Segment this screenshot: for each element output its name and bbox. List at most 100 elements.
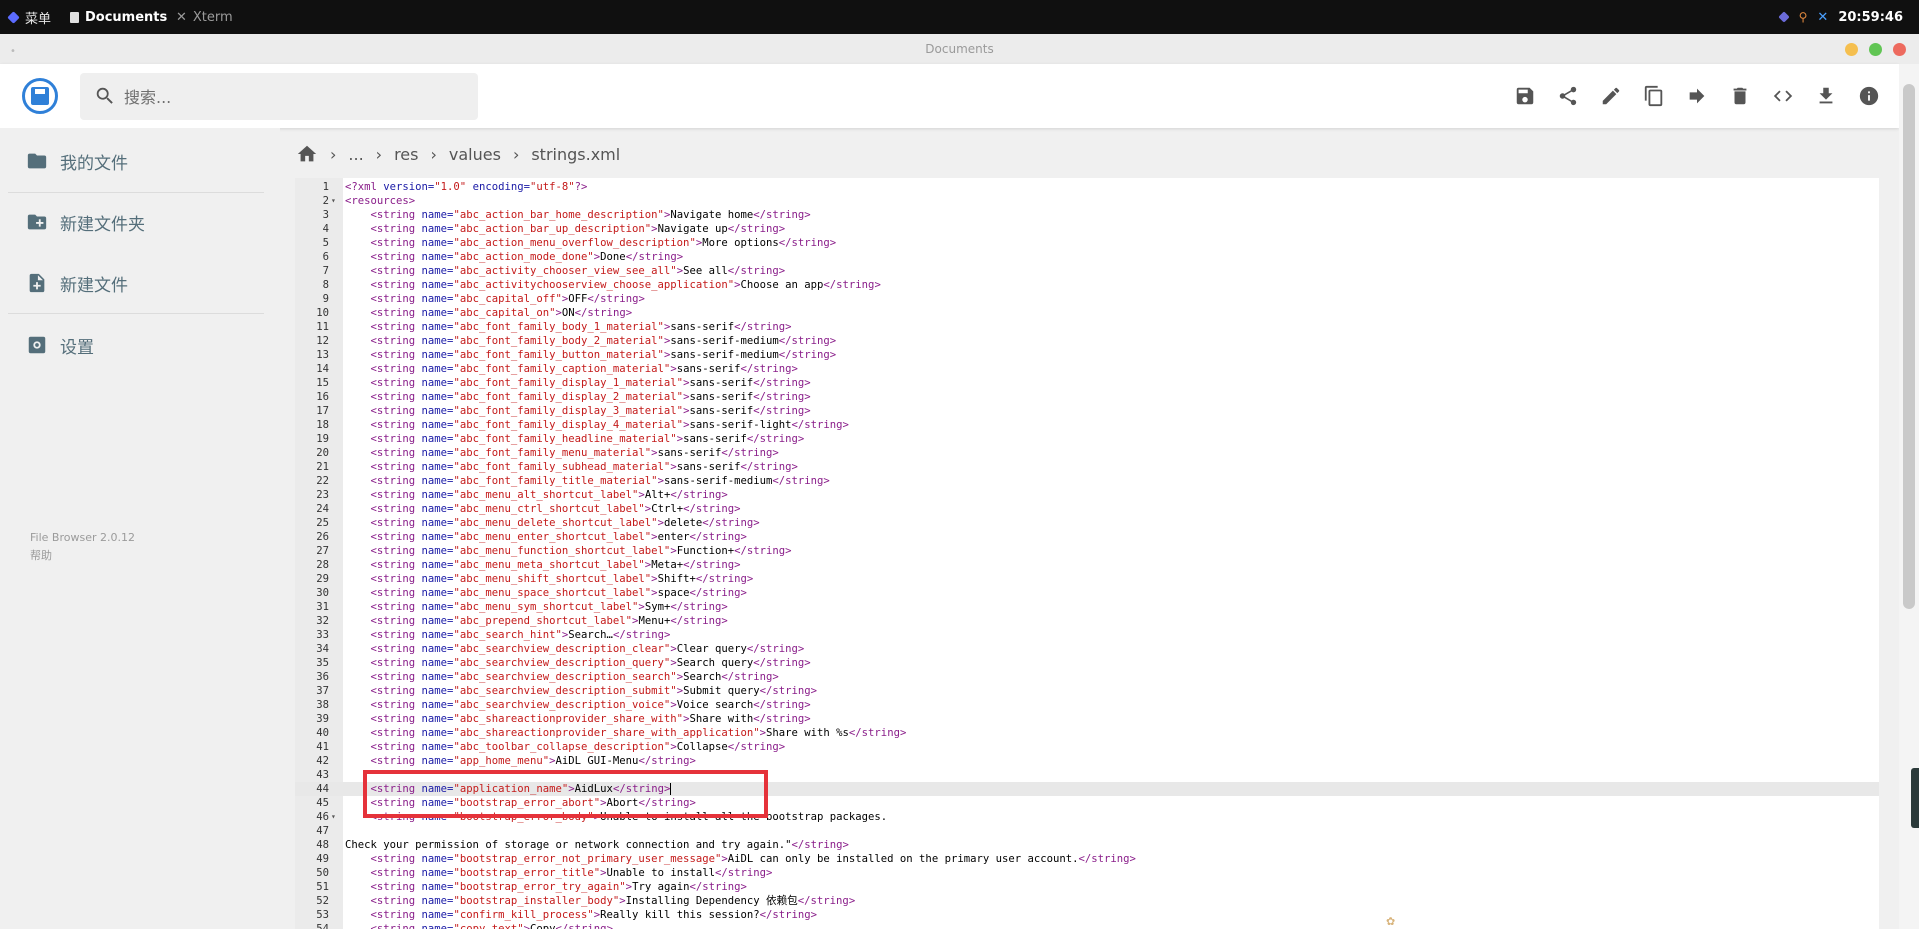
- code-line[interactable]: 34 <string name="abc_searchview_descript…: [295, 642, 1879, 656]
- breadcrumb-ellipsis[interactable]: ...: [348, 145, 363, 164]
- line-number: 1: [322, 181, 329, 193]
- delete-button[interactable]: [1727, 83, 1753, 109]
- fold-toggle-icon[interactable]: ▾: [331, 810, 336, 824]
- tray-app-icon[interactable]: [1777, 11, 1790, 23]
- code-line[interactable]: 22 <string name="abc_font_family_title_m…: [295, 474, 1879, 488]
- code-line[interactable]: 15 <string name="abc_font_family_display…: [295, 376, 1879, 390]
- code-line[interactable]: 17 <string name="abc_font_family_display…: [295, 404, 1879, 418]
- sidebar-item-my-files[interactable]: 我的文件: [8, 135, 264, 187]
- code-icon: [1773, 90, 1793, 102]
- line-number: 18: [316, 419, 329, 431]
- code-line[interactable]: 29 <string name="abc_menu_shift_shortcut…: [295, 572, 1879, 586]
- code-line[interactable]: 19 <string name="abc_font_family_headlin…: [295, 432, 1879, 446]
- help-link[interactable]: 帮助: [30, 547, 52, 563]
- code-line[interactable]: 21 <string name="abc_font_family_subhead…: [295, 460, 1879, 474]
- close-window-button[interactable]: [1893, 43, 1906, 56]
- home-icon[interactable]: [296, 143, 318, 165]
- code-line[interactable]: 18 <string name="abc_font_family_display…: [295, 418, 1879, 432]
- sidebar-item-new-folder[interactable]: 新建文件夹: [8, 196, 264, 248]
- breadcrumb-res[interactable]: res: [394, 145, 418, 164]
- line-number: 9: [322, 293, 329, 305]
- code-line[interactable]: 50 <string name="bootstrap_error_title">…: [295, 866, 1879, 880]
- code-line[interactable]: 6 <string name="abc_action_mode_done">Do…: [295, 250, 1879, 264]
- code-line[interactable]: 24 <string name="abc_menu_ctrl_shortcut_…: [295, 502, 1879, 516]
- code-line[interactable]: 41 <string name="abc_toolbar_collapse_de…: [295, 740, 1879, 754]
- taskbar-xterm[interactable]: ✕ Xterm: [176, 0, 233, 34]
- code-line[interactable]: 36 <string name="abc_searchview_descript…: [295, 670, 1879, 684]
- code-line[interactable]: 51 <string name="bootstrap_error_try_aga…: [295, 880, 1879, 894]
- code-text: <string name="abc_searchview_description…: [370, 657, 811, 669]
- code-line[interactable]: 16 <string name="abc_font_family_display…: [295, 390, 1879, 404]
- code-text: <string name="confirm_kill_process">Real…: [370, 909, 818, 921]
- tray-search-icon[interactable]: ⚲: [1799, 10, 1808, 24]
- code-line[interactable]: 7 <string name="abc_activity_chooser_vie…: [295, 264, 1879, 278]
- line-number: 38: [316, 699, 329, 711]
- window-titlebar[interactable]: • Documents: [0, 34, 1919, 65]
- line-number: 20: [316, 447, 329, 459]
- code-line[interactable]: 3 <string name="abc_action_bar_home_desc…: [295, 208, 1879, 222]
- code-line[interactable]: 52 <string name="bootstrap_installer_bod…: [295, 894, 1879, 908]
- code-line[interactable]: 14 <string name="abc_font_family_caption…: [295, 362, 1879, 376]
- code-line[interactable]: 32 <string name="abc_prepend_shortcut_la…: [295, 614, 1879, 628]
- start-menu-button[interactable]: 菜单: [7, 0, 51, 34]
- move-button[interactable]: [1684, 83, 1710, 109]
- sidebar-item-settings[interactable]: 设置: [8, 319, 264, 371]
- save-button[interactable]: [1512, 83, 1538, 109]
- code-line[interactable]: 2 ▾ <resources>: [295, 194, 1879, 208]
- code-line[interactable]: 40 <string name="abc_shareactionprovider…: [295, 726, 1879, 740]
- code-line[interactable]: 38 <string name="abc_searchview_descript…: [295, 698, 1879, 712]
- code-line[interactable]: 11 <string name="abc_font_family_body_1_…: [295, 320, 1879, 334]
- code-line[interactable]: 5 <string name="abc_action_menu_overflow…: [295, 236, 1879, 250]
- code-line[interactable]: 30 <string name="abc_menu_space_shortcut…: [295, 586, 1879, 600]
- scrollbar-thumb[interactable]: [1903, 84, 1915, 609]
- search-input[interactable]: [122, 73, 466, 122]
- share-button[interactable]: [1555, 83, 1581, 109]
- maximize-button[interactable]: [1869, 43, 1882, 56]
- tray-x-icon[interactable]: ✕: [1817, 10, 1828, 25]
- code-line[interactable]: 13 <string name="abc_font_family_button_…: [295, 348, 1879, 362]
- document-icon: [70, 11, 79, 23]
- code-line[interactable]: 28 <string name="abc_menu_meta_shortcut_…: [295, 558, 1879, 572]
- code-line[interactable]: 1 <?xml version="1.0" encoding="utf-8"?>: [295, 180, 1879, 194]
- code-line[interactable]: 12 <string name="abc_font_family_body_2_…: [295, 334, 1879, 348]
- download-button[interactable]: [1813, 83, 1839, 109]
- code-line[interactable]: 53 <string name="confirm_kill_process">R…: [295, 908, 1879, 922]
- code-line[interactable]: 48 Check your permission of storage or ne…: [295, 838, 1879, 852]
- minimize-button[interactable]: [1845, 43, 1858, 56]
- code-line[interactable]: 42 <string name="app_home_menu">AiDL GUI…: [295, 754, 1879, 768]
- code-line[interactable]: 33 <string name="abc_search_hint">Search…: [295, 628, 1879, 642]
- search-bar: [80, 73, 478, 122]
- line-number: 27: [316, 545, 329, 557]
- code-line[interactable]: 35 <string name="abc_searchview_descript…: [295, 656, 1879, 670]
- fold-toggle-icon[interactable]: ▾: [331, 194, 336, 208]
- code-line[interactable]: 27 <string name="abc_menu_function_short…: [295, 544, 1879, 558]
- code-line[interactable]: 23 <string name="abc_menu_alt_shortcut_l…: [295, 488, 1879, 502]
- code-line[interactable]: 9 <string name="abc_capital_off">OFF</st…: [295, 292, 1879, 306]
- code-line[interactable]: 54 <string name="copy_text">Copy</string…: [295, 922, 1879, 929]
- code-line[interactable]: 47: [295, 824, 1879, 838]
- code-line[interactable]: 20 <string name="abc_font_family_menu_ma…: [295, 446, 1879, 460]
- code-text: <string name="abc_menu_delete_shortcut_l…: [370, 517, 760, 529]
- code-text: <string name="bootstrap_installer_body">…: [370, 895, 856, 907]
- code-line[interactable]: 39 <string name="abc_shareactionprovider…: [295, 712, 1879, 726]
- code-text: <string name="abc_searchview_description…: [370, 685, 818, 697]
- line-number: 17: [316, 405, 329, 417]
- code-line[interactable]: 10 <string name="abc_capital_on">ON</str…: [295, 306, 1879, 320]
- taskbar-documents[interactable]: Documents: [70, 0, 167, 34]
- code-line[interactable]: 49 <string name="bootstrap_error_not_pri…: [295, 852, 1879, 866]
- code-text: <string name="abc_capital_on">ON</string…: [370, 307, 633, 319]
- code-line[interactable]: 37 <string name="abc_searchview_descript…: [295, 684, 1879, 698]
- sidebar-item-new-file[interactable]: 新建文件: [8, 257, 264, 309]
- code-line[interactable]: 8 <string name="abc_activitychooserview_…: [295, 278, 1879, 292]
- code-view-button[interactable]: [1770, 83, 1796, 109]
- code-line[interactable]: 4 <string name="abc_action_bar_up_descri…: [295, 222, 1879, 236]
- code-line[interactable]: 25 <string name="abc_menu_delete_shortcu…: [295, 516, 1879, 530]
- edit-button[interactable]: [1598, 83, 1624, 109]
- breadcrumb-values[interactable]: values: [449, 145, 501, 164]
- info-button[interactable]: [1856, 83, 1882, 109]
- code-line[interactable]: 31 <string name="abc_menu_sym_shortcut_l…: [295, 600, 1879, 614]
- side-panel-handle[interactable]: [1911, 768, 1919, 828]
- app-logo[interactable]: [22, 78, 58, 114]
- copy-button[interactable]: [1641, 83, 1667, 109]
- code-line[interactable]: 26 <string name="abc_menu_enter_shortcut…: [295, 530, 1879, 544]
